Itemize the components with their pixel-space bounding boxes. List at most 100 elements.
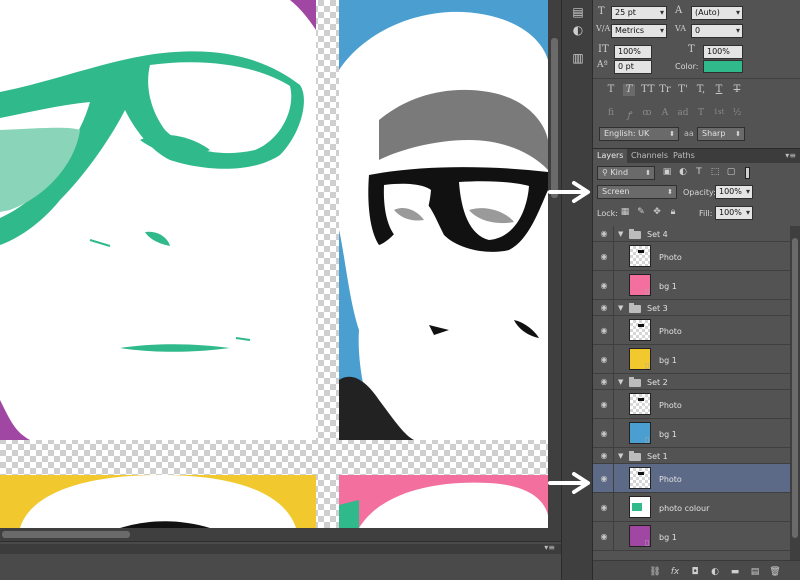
tab-layers[interactable]: Layers — [593, 149, 628, 163]
visibility-eye-icon[interactable]: ◉ — [598, 303, 610, 312]
visibility-eye-icon[interactable]: ◉ — [598, 532, 610, 541]
layer-group-row[interactable]: ◉ ▼ Set 1 — [593, 448, 790, 464]
layer-row[interactable]: ◉ ▯ bg 1 — [593, 522, 790, 551]
visibility-eye-icon[interactable]: ◉ — [598, 451, 610, 460]
group-expand-chevron-icon[interactable]: ▼ — [618, 230, 623, 238]
language-dropdown[interactable]: English: UK — [599, 127, 679, 141]
bottom-dock-menu-icon[interactable]: ▾≡ — [544, 543, 555, 552]
properties-icon[interactable]: ▥ — [568, 48, 588, 68]
fractions-button[interactable]: ½ — [731, 108, 743, 120]
filter-toggle[interactable] — [745, 167, 750, 179]
filter-shape-icon[interactable]: ⬚ — [709, 167, 721, 179]
antialias-dropdown[interactable]: Sharp — [697, 127, 745, 141]
fx-icon[interactable]: fx — [669, 566, 681, 578]
layer-row[interactable]: ◉ ▯ bg 1 — [593, 419, 790, 448]
horizontal-scale-field[interactable]: 100% — [703, 45, 743, 59]
baseline-shift-field[interactable]: 0 pt — [614, 60, 652, 74]
fill-field[interactable]: 100% — [715, 206, 753, 220]
filter-type-icon[interactable]: T — [693, 167, 705, 179]
alternate-ligature-button[interactable]: ꝭ — [623, 108, 635, 121]
faux-italic-button[interactable]: T — [623, 84, 635, 96]
filter-pixel-icon[interactable]: ▣ — [661, 167, 673, 179]
panel-menu-icon[interactable]: ▾≡ — [785, 149, 796, 163]
layer-row[interactable]: ◉ Photo — [593, 390, 790, 419]
lock-transparent-icon[interactable]: ▦ — [619, 207, 631, 219]
stylistic-alternates-button[interactable]: ad — [677, 108, 689, 120]
lock-image-icon[interactable]: ✎ — [635, 207, 647, 219]
layer-thumbnail[interactable] — [629, 393, 651, 415]
group-expand-chevron-icon[interactable]: ▼ — [618, 304, 623, 312]
layers-scrollbar[interactable] — [790, 226, 800, 560]
font-size-field[interactable]: 25 pt — [611, 6, 667, 20]
layer-filter-dropdown[interactable]: ⚲ Kind — [597, 166, 655, 180]
swash-button[interactable]: A — [659, 108, 671, 120]
layer-group-row[interactable]: ◉ ▼ Set 4 — [593, 226, 790, 242]
filter-smart-object-icon[interactable]: ▢ — [725, 167, 737, 179]
strikethrough-button[interactable]: T — [731, 84, 743, 96]
discretionary-ligature-button[interactable]: ꝏ — [641, 108, 653, 120]
group-expand-chevron-icon[interactable]: ▼ — [618, 378, 623, 386]
visibility-eye-icon[interactable]: ◉ — [598, 281, 610, 290]
opacity-field[interactable]: 100% — [715, 185, 753, 199]
blend-mode-dropdown[interactable]: Screen — [597, 185, 677, 199]
history-icon[interactable]: ▤ — [568, 2, 588, 22]
faux-bold-button[interactable]: T — [605, 84, 617, 96]
superscript-button[interactable]: T' — [677, 84, 689, 96]
canvas-vertical-scrollbar[interactable] — [548, 0, 561, 528]
ordinals-button[interactable]: 1st — [713, 108, 725, 120]
tracking-field[interactable]: 0 — [691, 24, 743, 38]
visibility-eye-icon[interactable]: ◉ — [598, 377, 610, 386]
kerning-value: Metrics — [615, 26, 645, 35]
canvas-panel-blue — [339, 0, 548, 440]
visibility-eye-icon[interactable]: ◉ — [598, 503, 610, 512]
link-icon[interactable]: ⛓ — [649, 566, 661, 578]
canvas-horizontal-scrollbar[interactable] — [0, 528, 561, 541]
canvas-vertical-scroll-thumb[interactable] — [551, 38, 558, 198]
layer-row[interactable]: ◉ Photo — [593, 316, 790, 345]
text-color-swatch[interactable] — [703, 60, 743, 73]
layer-row[interactable]: ◉ photo colour — [593, 493, 790, 522]
adjustment-icon[interactable]: ◐ — [709, 566, 721, 578]
tab-paths[interactable]: Paths — [669, 149, 699, 163]
visibility-eye-icon[interactable]: ◉ — [598, 355, 610, 364]
tab-channels[interactable]: Channels — [627, 149, 672, 163]
vertical-scale-field[interactable]: 100% — [614, 45, 652, 59]
new-layer-icon[interactable]: ▤ — [749, 566, 761, 578]
lock-position-icon[interactable]: ✥ — [651, 207, 663, 219]
document-canvas[interactable] — [0, 0, 548, 528]
layer-group-row[interactable]: ◉ ▼ Set 2 — [593, 374, 790, 390]
lock-all-icon[interactable]: 🔒︎ — [667, 207, 679, 219]
layer-row[interactable]: ◉ ▯ bg 1 — [593, 271, 790, 300]
small-caps-button[interactable]: Tr — [659, 84, 671, 96]
titling-alternates-button[interactable]: T — [695, 108, 707, 120]
visibility-eye-icon[interactable]: ◉ — [598, 429, 610, 438]
adjustments-icon[interactable]: ◐ — [568, 20, 588, 40]
layer-thumbnail[interactable] — [629, 496, 651, 518]
layer-row[interactable]: ◉ Photo — [593, 464, 790, 493]
layers-scroll-thumb[interactable] — [792, 238, 798, 538]
subscript-button[interactable]: T, — [695, 84, 707, 96]
layer-thumbnail[interactable] — [629, 467, 651, 489]
ligature-button[interactable]: fi — [605, 108, 617, 120]
kerning-field[interactable]: Metrics — [611, 24, 667, 38]
visibility-eye-icon[interactable]: ◉ — [598, 326, 610, 335]
filter-adjustment-icon[interactable]: ◐ — [677, 167, 689, 179]
group-expand-chevron-icon[interactable]: ▼ — [618, 452, 623, 460]
visibility-eye-icon[interactable]: ◉ — [598, 474, 610, 483]
visibility-eye-icon[interactable]: ◉ — [598, 229, 610, 238]
layer-thumbnail[interactable] — [629, 245, 651, 267]
canvas-horizontal-scroll-thumb[interactable] — [2, 531, 130, 538]
layer-group-row[interactable]: ◉ ▼ Set 3 — [593, 300, 790, 316]
underline-button[interactable]: T — [713, 84, 725, 96]
layer-list[interactable]: ◉ ▼ Set 4 ◉ Photo ◉ ▯ bg 1 ◉ ▼ Set 3 ◉ Photo ◉ ▯ bg 1 ◉ ▼… — [593, 226, 790, 560]
layer-row[interactable]: ◉ ▯ bg 1 — [593, 345, 790, 374]
layer-thumbnail[interactable] — [629, 319, 651, 341]
trash-icon[interactable]: 🗑︎ — [769, 566, 781, 578]
leading-field[interactable]: (Auto) — [691, 6, 743, 20]
all-caps-button[interactable]: TT — [641, 84, 655, 96]
layer-row[interactable]: ◉ Photo — [593, 242, 790, 271]
visibility-eye-icon[interactable]: ◉ — [598, 400, 610, 409]
mask-icon[interactable]: ◘ — [689, 566, 701, 578]
folder-icon[interactable]: ▬ — [729, 566, 741, 578]
visibility-eye-icon[interactable]: ◉ — [598, 252, 610, 261]
